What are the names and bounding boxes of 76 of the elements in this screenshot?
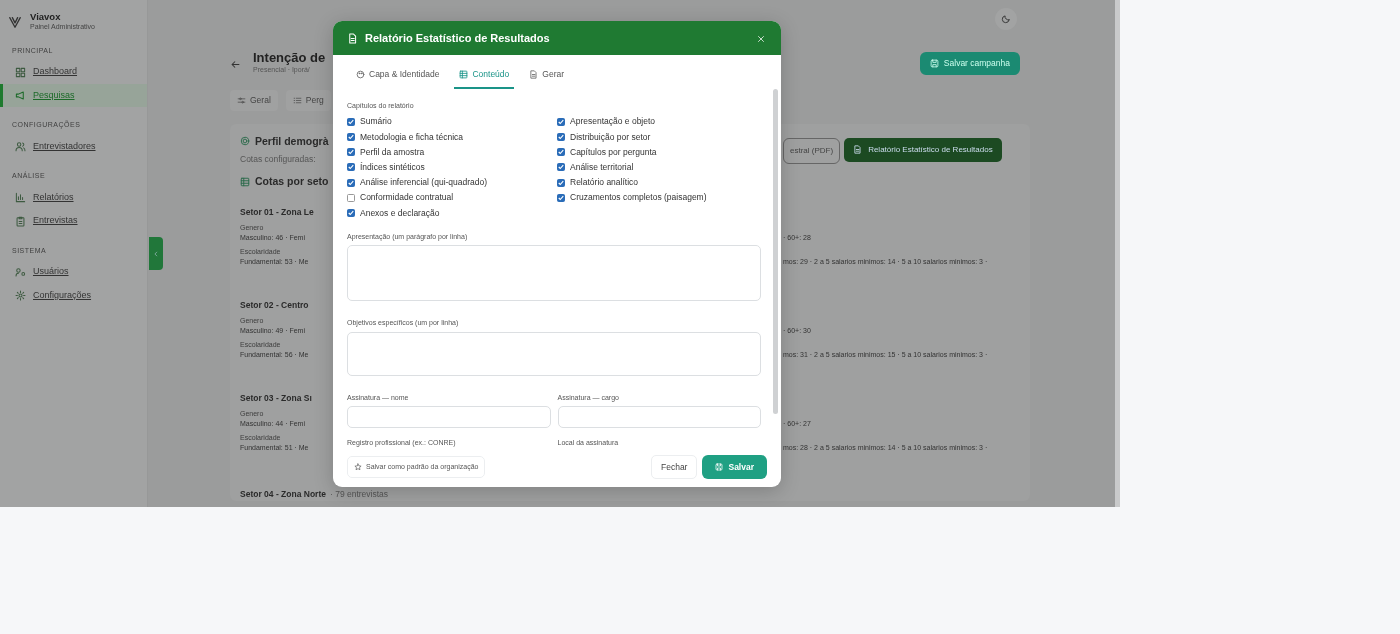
checkbox[interactable] xyxy=(557,178,565,187)
close-icon xyxy=(757,35,765,44)
checkbox-option[interactable]: Análise territorial xyxy=(557,159,761,175)
clipboard-icon xyxy=(15,215,26,227)
checkbox-option[interactable]: Capítulos por pergunta xyxy=(557,144,761,160)
checkbox[interactable] xyxy=(347,208,355,217)
list-icon xyxy=(292,95,302,105)
logo-icon xyxy=(8,15,22,30)
input-field[interactable] xyxy=(347,406,551,429)
checkbox-option[interactable]: Relatório analítico xyxy=(557,175,761,191)
sector-title: Setor 01 - Zona Le xyxy=(240,205,315,219)
checkbox[interactable] xyxy=(347,163,355,172)
sector-title: Setor 03 - Zona Sı xyxy=(240,391,313,405)
sector-subtitle: · 79 entrevistas xyxy=(329,487,389,501)
checkbox[interactable] xyxy=(347,133,355,142)
dialog-tab[interactable]: Gerar xyxy=(524,63,570,89)
checkbox[interactable] xyxy=(557,117,565,126)
checkbox[interactable] xyxy=(557,193,565,202)
checkbox-option[interactable]: Cruzamentos completos (paisagem) xyxy=(557,190,761,206)
input-field[interactable] xyxy=(557,406,761,429)
document-icon xyxy=(853,145,863,155)
sidebar-item[interactable]: Relatórios xyxy=(0,185,147,210)
card-title: Perfil demogrà xyxy=(240,133,332,150)
target-icon xyxy=(240,136,250,147)
table-icon xyxy=(240,176,250,187)
moon-icon xyxy=(1001,14,1011,24)
export-button[interactable]: estral (PDF) xyxy=(783,137,841,164)
checkbox-option[interactable]: Sumário xyxy=(347,114,557,130)
star-icon xyxy=(354,463,362,471)
sector-title: Setor 04 - Zona Norte xyxy=(240,487,326,501)
close-dialog-button[interactable]: Fechar xyxy=(651,454,698,480)
theme-toggle[interactable] xyxy=(995,8,1017,30)
page-tab[interactable]: Perg xyxy=(285,89,331,111)
scrollbar[interactable] xyxy=(773,88,778,414)
dialog-tab[interactable]: Conteúdo xyxy=(454,63,515,89)
sector-title: Setor 02 - Centro xyxy=(240,298,310,312)
table-icon xyxy=(459,69,469,79)
sidebar-item[interactable]: Entrevistas xyxy=(0,209,147,233)
grid-icon xyxy=(15,66,26,78)
document-icon xyxy=(347,32,358,44)
page-title: Intenção de xyxy=(253,51,326,66)
checkbox[interactable] xyxy=(347,193,355,202)
checkbox[interactable] xyxy=(347,148,355,157)
brand-name: Viavox xyxy=(30,12,62,23)
checkbox[interactable] xyxy=(347,178,355,187)
dialog-tab[interactable]: Capa & Identidade xyxy=(351,63,445,89)
checkbox-option[interactable]: Índices sintéticos xyxy=(347,159,557,175)
checkbox[interactable] xyxy=(557,133,565,142)
sidebar-item[interactable]: Dashboard xyxy=(0,60,147,84)
bar-chart-icon xyxy=(15,192,26,204)
checkbox[interactable] xyxy=(557,148,565,157)
checkbox[interactable] xyxy=(347,117,355,126)
arrow-left-icon xyxy=(230,58,241,70)
checkbox-option[interactable]: Apresentação e objeto xyxy=(557,114,761,130)
checkbox-option[interactable]: Distribuição por setor xyxy=(557,129,761,145)
dialog-title: Relatório Estatístico de Resultados xyxy=(365,30,550,46)
checkbox-option[interactable]: Metodologia e ficha técnica xyxy=(347,129,557,145)
save-campaign-button[interactable]: Salvar campanha xyxy=(919,52,1020,75)
section-title: Cotas por seto xyxy=(240,174,332,190)
page-tab[interactable]: Geral xyxy=(230,89,278,111)
checkbox-option[interactable]: Anexos e declaração xyxy=(347,205,557,221)
users-icon xyxy=(15,141,26,153)
sliders-icon xyxy=(237,95,246,105)
megaphone-icon xyxy=(15,90,26,102)
checkbox-option[interactable]: Perfil da amostra xyxy=(347,144,557,160)
chevron-left-icon xyxy=(153,249,159,258)
sidebar-item[interactable]: Configurações xyxy=(0,283,147,308)
card-subtitle: Cotas configuradas: xyxy=(240,153,317,167)
document-icon xyxy=(529,69,539,79)
report-button[interactable]: Relatório Estatístico de Resultados xyxy=(844,137,1002,162)
sidebar-item[interactable]: Usuários xyxy=(0,260,147,284)
collapse-toggle[interactable] xyxy=(149,237,163,270)
sidebar-item[interactable]: Entrevistadores xyxy=(0,134,147,159)
checkbox[interactable] xyxy=(557,163,565,172)
checkbox-option[interactable]: Análise inferencial (qui-quadrado) xyxy=(347,175,557,191)
checkbox-option[interactable]: Conformidade contratual xyxy=(347,190,557,206)
